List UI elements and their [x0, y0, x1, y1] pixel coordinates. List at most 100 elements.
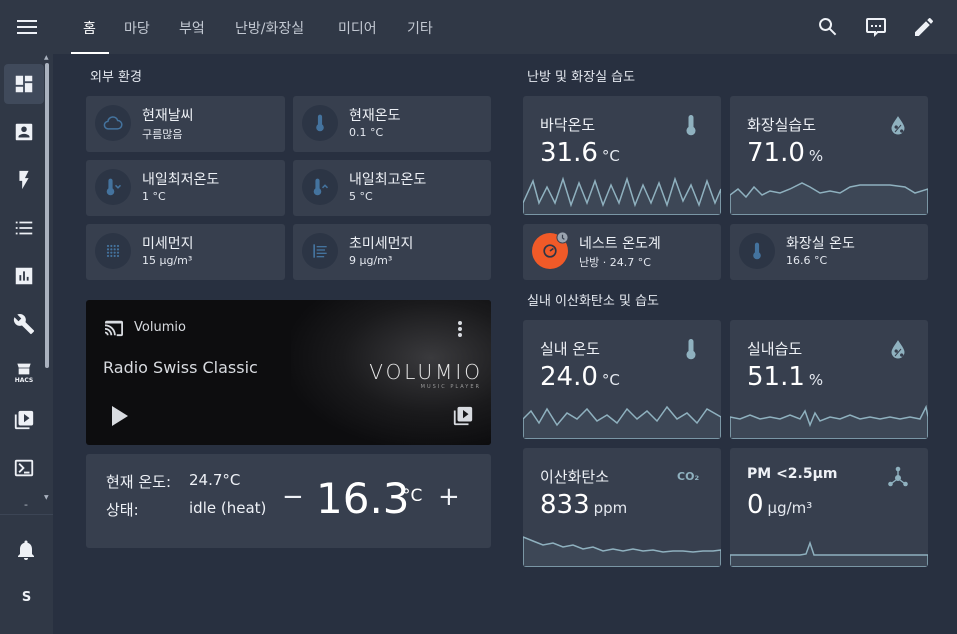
- sensor-unit: %: [808, 147, 824, 165]
- tab-yard[interactable]: 마당: [124, 18, 150, 38]
- sidebar-item-settings[interactable]: [4, 304, 44, 344]
- decrease-temperature-button[interactable]: −: [282, 482, 304, 512]
- sensor-card-floor-temperature[interactable]: 바닥온도 31.6 °C: [523, 96, 721, 215]
- cloud-icon: [95, 105, 131, 141]
- hacs-icon: [17, 363, 31, 374]
- sparkline: [523, 176, 721, 215]
- sensor-number: 71.0: [747, 138, 805, 168]
- increase-temperature-button[interactable]: +: [438, 482, 460, 512]
- tile-ultrafine-dust[interactable]: 초미세먼지 9 µg/m³: [293, 224, 491, 280]
- tile-name: 현재온도: [349, 108, 401, 124]
- sensor-card-bathroom-humidity[interactable]: 화장실습도 71.0%: [730, 96, 928, 215]
- sensor-name: 화장실습도: [747, 116, 817, 134]
- media-brand-logo: VOLUMIO: [369, 360, 483, 384]
- top-app-bar: 홈 마당 부엌 난방/화장실 미디어 기타: [53, 0, 957, 54]
- thermometer-icon: [739, 233, 775, 269]
- thermometer-high-icon: [302, 169, 338, 205]
- tile-current-temperature[interactable]: 현재온도 0.1 °C: [293, 96, 491, 152]
- sensor-value: 24.0 °C: [540, 362, 620, 392]
- sidebar-item-hacs[interactable]: HACS: [4, 352, 44, 392]
- search-icon[interactable]: [816, 15, 840, 39]
- tile-name: 내일최저온도: [142, 172, 220, 188]
- lightning-icon: [19, 170, 29, 190]
- sensor-unit: ppm: [593, 499, 628, 517]
- sensor-name: PM <2.5µm: [747, 466, 838, 482]
- tab-kitchen[interactable]: 부엌: [179, 18, 205, 38]
- sensor-name: 이산화탄소: [540, 468, 610, 486]
- tab-home[interactable]: 홈: [83, 18, 96, 38]
- tile-bathroom-temperature[interactable]: 화장실 온도 16.6 °C: [730, 224, 928, 280]
- tile-current-weather[interactable]: 현재날씨 구름많음: [86, 96, 285, 152]
- sidebar-item-media[interactable]: [4, 400, 44, 440]
- sparkline: [523, 405, 721, 439]
- sensor-value: 51.1%: [747, 362, 823, 392]
- sidebar: ▲ HACS ▼ - S: [0, 0, 53, 634]
- menu-icon[interactable]: [0, 0, 53, 54]
- media-player-card[interactable]: Volumio Radio Swiss Classic VOLUMIO MUSI…: [86, 300, 491, 445]
- tile-name: 화장실 온도: [786, 236, 855, 252]
- tile-fine-dust[interactable]: 미세먼지 15 µg/m³: [86, 224, 285, 280]
- sparkline: [730, 182, 928, 215]
- tile-value: 1 °C: [142, 190, 166, 203]
- sidebar-item-persons[interactable]: [4, 112, 44, 152]
- active-tab-indicator: [71, 52, 109, 54]
- thermometer-icon: [302, 105, 338, 141]
- sensor-card-indoor-humidity[interactable]: 실내습도 51.1%: [730, 320, 928, 439]
- dots-grid-icon: [95, 233, 131, 269]
- edit-pencil-icon[interactable]: [912, 15, 936, 39]
- molecule-icon: [888, 466, 908, 488]
- sensor-unit: °C: [601, 371, 620, 389]
- sensor-card-co2[interactable]: 이산화탄소 CO₂ 833 ppm: [523, 448, 721, 567]
- media-browse-icon[interactable]: [452, 405, 474, 427]
- thermometer-icon: [681, 114, 701, 136]
- notifications-bell-icon[interactable]: [14, 538, 38, 562]
- target-temperature: 16.3: [316, 474, 410, 523]
- tab-misc[interactable]: 기타: [407, 18, 433, 38]
- state-label: 상태:: [106, 501, 139, 519]
- co2-icon: CO₂: [677, 470, 700, 483]
- sensor-unit: °C: [601, 147, 620, 165]
- sidebar-item-energy[interactable]: [4, 160, 44, 200]
- tab-media[interactable]: 미디어: [338, 18, 377, 38]
- sidebar-item-history[interactable]: [4, 256, 44, 296]
- wrench-icon: [13, 314, 35, 335]
- sensor-card-indoor-temperature[interactable]: 실내 온도 24.0 °C: [523, 320, 721, 439]
- sensor-number: 0: [747, 490, 764, 520]
- sidebar-item-terminal[interactable]: [4, 448, 44, 488]
- tile-name: 초미세먼지: [349, 236, 414, 252]
- sensor-value: 833 ppm: [540, 490, 627, 520]
- thermometer-icon: [681, 338, 701, 360]
- media-source-name: Volumio: [134, 320, 186, 335]
- tile-tomorrow-low[interactable]: 내일최저온도 1 °C: [86, 160, 285, 216]
- tab-heating-bathroom[interactable]: 난방/화장실: [235, 18, 304, 38]
- thermostat-card: 현재 온도: 24.7°C 상태: idle (heat) − 16.3 °C …: [86, 454, 491, 548]
- tile-name: 네스트 온도계: [579, 236, 661, 252]
- sidebar-item-overview[interactable]: [4, 64, 44, 104]
- user-avatar[interactable]: S: [0, 590, 53, 605]
- sensor-number: 51.1: [747, 362, 805, 392]
- sidebar-scrollbar[interactable]: [45, 63, 49, 368]
- assist-chat-icon[interactable]: [864, 15, 888, 39]
- sensor-card-pm25[interactable]: PM <2.5µm 0 µg/m³: [730, 448, 928, 567]
- chart-icon: [15, 267, 33, 285]
- tile-nest-thermostat[interactable]: 네스트 온도계 난방 · 24.7 °C: [523, 224, 721, 280]
- state-value: idle (heat): [189, 499, 267, 517]
- tile-value: 난방 · 24.7 °C: [579, 256, 651, 269]
- tile-value: 5 °C: [349, 190, 373, 203]
- sensor-unit: %: [808, 371, 824, 389]
- scroll-up-icon[interactable]: ▲: [44, 54, 49, 61]
- play-icon[interactable]: [110, 404, 130, 428]
- tile-tomorrow-high[interactable]: 내일최고온도 5 °C: [293, 160, 491, 216]
- more-vert-icon[interactable]: [457, 320, 463, 338]
- tile-name: 미세먼지: [142, 236, 194, 252]
- sparkline: [730, 404, 928, 439]
- sparkline: [523, 536, 721, 567]
- media-brand-subtitle: MUSIC PLAYER: [420, 384, 481, 390]
- tile-name: 내일최고온도: [349, 172, 427, 188]
- sensor-name: 실내습도: [747, 340, 803, 358]
- scroll-down-icon[interactable]: ▼: [44, 494, 49, 501]
- clock-badge-icon: [556, 231, 569, 244]
- sensor-value: 0 µg/m³: [747, 490, 812, 520]
- section-title-indoor: 실내 이산화탄소 및 습도: [527, 294, 659, 309]
- sidebar-item-logbook[interactable]: [4, 208, 44, 248]
